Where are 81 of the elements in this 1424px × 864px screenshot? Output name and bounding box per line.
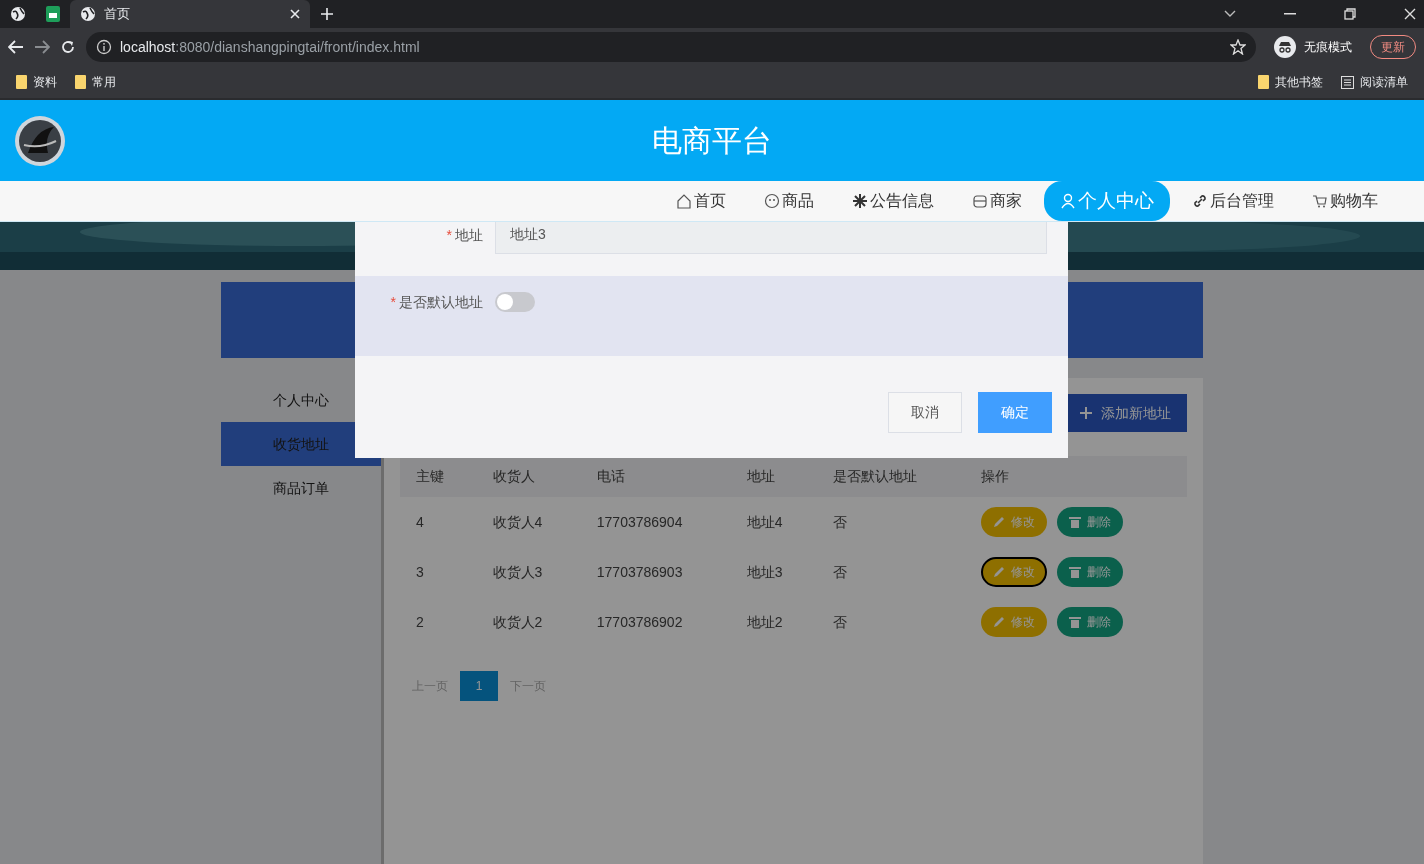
table-cell-text: 地址3 xyxy=(745,562,784,582)
table-cell-text: 3 xyxy=(415,562,425,582)
default-address-toggle[interactable] xyxy=(495,292,535,312)
reload-icon[interactable] xyxy=(60,39,76,55)
globe-icon[interactable] xyxy=(10,6,26,22)
table-cell-text: 2 xyxy=(415,612,425,632)
trash-icon xyxy=(1069,616,1082,628)
user-icon xyxy=(1060,193,1076,209)
list-icon xyxy=(1341,75,1354,89)
table-cell-text: 17703786902 xyxy=(595,612,684,632)
globe-icon xyxy=(80,6,96,22)
table-cell: 地址4 xyxy=(730,497,818,547)
field-label: 是否默认地址 xyxy=(399,294,483,310)
required-marker: * xyxy=(390,294,396,310)
minimize-icon[interactable] xyxy=(1284,13,1296,15)
table-cell-text: 否 xyxy=(832,562,849,582)
cart-icon xyxy=(1312,193,1328,209)
close-icon[interactable] xyxy=(290,9,300,19)
column-header: 主键 xyxy=(400,456,477,497)
bookmark[interactable]: 常用 xyxy=(69,73,122,91)
chevron-down-icon[interactable] xyxy=(1224,10,1236,18)
address-input[interactable]: 地址3 xyxy=(495,222,1047,254)
column-header: 收货人 xyxy=(476,456,581,497)
sidebar-item[interactable]: 个人中心 xyxy=(221,378,381,422)
url-text: localhost:8080/dianshangpingtai/front/index.html xyxy=(120,37,421,57)
cancel-button[interactable]: 取消 xyxy=(888,392,962,433)
sidebar-item[interactable]: 商品订单 xyxy=(221,466,381,510)
profile-label: 无痕模式 xyxy=(1304,38,1352,56)
field-label: 地址 xyxy=(455,226,483,243)
table-cell-text: 收货人2 xyxy=(491,612,544,632)
trash-icon xyxy=(1069,516,1082,528)
folder-icon xyxy=(75,75,86,89)
nav-item[interactable]: 商家 xyxy=(956,183,1038,219)
table-cell-text: 否 xyxy=(832,612,849,632)
page-button[interactable]: 1 xyxy=(460,671,498,701)
table-cell: 17703786904 xyxy=(580,497,731,547)
info-icon xyxy=(96,39,112,55)
smiley-icon xyxy=(764,193,780,209)
nav-item[interactable]: 公告信息 xyxy=(836,183,950,219)
table-cell-text: 地址2 xyxy=(745,612,784,632)
nav-item[interactable]: 后台管理 xyxy=(1176,183,1290,219)
incognito-icon[interactable] xyxy=(1274,36,1296,58)
link-icon xyxy=(1192,193,1208,209)
forward-icon[interactable] xyxy=(34,40,50,54)
column-header: 是否默认地址 xyxy=(817,456,966,497)
spreadsheet-icon[interactable] xyxy=(46,6,60,22)
table-cell-text: 17703786903 xyxy=(595,562,684,582)
star-icon[interactable] xyxy=(1230,39,1246,55)
trash-icon xyxy=(1069,566,1082,578)
restore-icon[interactable] xyxy=(1344,8,1356,20)
plus-icon[interactable] xyxy=(320,7,334,21)
address-bar[interactable]: localhost:8080/dianshangpingtai/front/index.html xyxy=(86,32,1256,62)
folder-icon xyxy=(1258,75,1269,89)
plus-icon xyxy=(1079,406,1093,420)
close-icon[interactable] xyxy=(1404,8,1416,20)
nav-item[interactable]: 购物车 xyxy=(1296,183,1394,219)
browser-tab[interactable]: 首页 xyxy=(70,0,310,28)
column-header: 地址 xyxy=(730,456,818,497)
table-cell: 否 xyxy=(817,497,966,547)
reading-list-button[interactable]: 阅读清单 xyxy=(1335,73,1414,91)
table-cell-text: 收货人3 xyxy=(491,562,544,582)
nav-item[interactable]: 商品 xyxy=(748,183,830,219)
pencil-icon xyxy=(993,566,1006,578)
bookmark[interactable]: 资料 xyxy=(10,73,63,91)
site-title: 电商平台 xyxy=(652,123,772,159)
table-cell: 收货人4 xyxy=(476,497,581,547)
column-header: 操作 xyxy=(965,456,1187,497)
folder-icon xyxy=(16,75,27,89)
snowflake-icon xyxy=(852,193,868,209)
bookmark-folder[interactable]: 其他书签 xyxy=(1252,73,1329,91)
nav-item[interactable]: 首页 xyxy=(660,183,742,219)
pencil-icon xyxy=(993,516,1006,528)
pencil-icon xyxy=(993,616,1006,628)
confirm-button[interactable]: 确定 xyxy=(978,392,1052,433)
store-icon xyxy=(972,193,988,209)
column-header: 电话 xyxy=(580,456,731,497)
home-icon xyxy=(676,193,692,209)
back-icon[interactable] xyxy=(8,40,24,54)
table-cell: 4 xyxy=(400,497,477,547)
logo-icon[interactable] xyxy=(14,114,66,167)
required-marker: * xyxy=(446,226,452,243)
